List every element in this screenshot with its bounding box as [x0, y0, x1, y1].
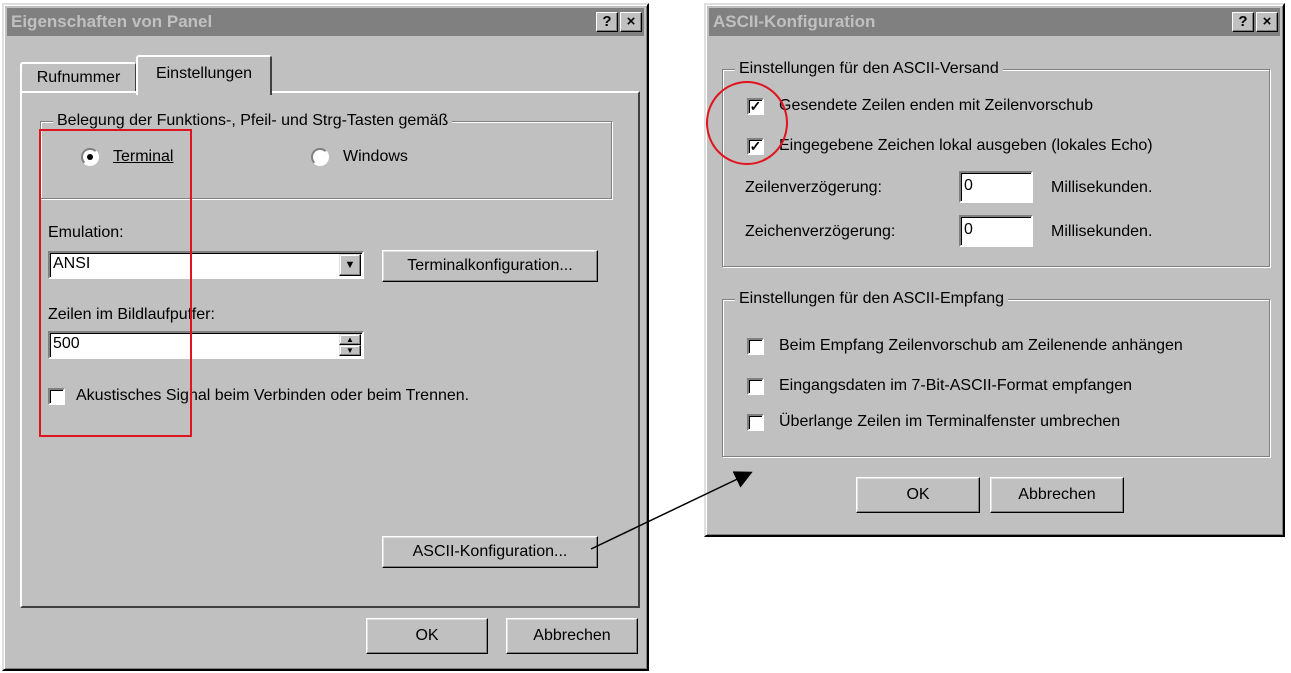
ascii-title: ASCII-Konfiguration — [713, 12, 876, 31]
char-delay-label: Zeichenverzögerung: — [745, 223, 896, 240]
seven-bit-label[interactable]: Eingangsdaten im 7-Bit-ASCII-Format empf… — [779, 376, 1132, 396]
char-delay-value: 0 — [964, 221, 973, 238]
cancel-button[interactable]: Abbrechen — [990, 477, 1124, 513]
key-mapping-legend: Belegung der Funktions-, Pfeil- und Strg… — [53, 112, 453, 130]
ascii-titlebar[interactable]: ASCII-Konfiguration ? × — [709, 8, 1280, 36]
acoustic-checkbox[interactable] — [48, 388, 65, 405]
send-lf-checkbox[interactable]: ✓ — [747, 98, 764, 115]
seven-bit-checkbox[interactable] — [747, 378, 764, 395]
close-button[interactable]: × — [1256, 12, 1278, 32]
emulation-value: ANSI — [53, 255, 91, 272]
terminal-config-button[interactable]: Terminalkonfiguration... — [382, 250, 598, 282]
buffer-label: Zeilen im Bildlaufpuffer: — [48, 306, 215, 323]
local-echo-label[interactable]: Eingegebene Zeichen lokal ausgeben (loka… — [779, 136, 1153, 156]
radio-windows-label[interactable]: Windows — [343, 147, 408, 167]
char-delay-input[interactable]: 0 — [959, 215, 1033, 247]
radio-selected-dot — [87, 154, 93, 160]
ok-button[interactable]: OK — [856, 477, 980, 513]
emulation-select[interactable]: ANSI ▼ — [48, 251, 364, 279]
wrap-lines-label[interactable]: Überlange Zeilen im Terminalfenster umbr… — [779, 412, 1120, 432]
emulation-label: Emulation: — [48, 224, 124, 241]
tab-rufnummer[interactable]: Rufnummer — [20, 62, 136, 92]
cancel-button[interactable]: Abbrechen — [506, 618, 638, 654]
help-button[interactable]: ? — [1232, 12, 1254, 32]
properties-title: Eigenschaften von Panel — [11, 12, 213, 31]
tab-einstellungen[interactable]: Einstellungen — [136, 55, 272, 95]
line-delay-value: 0 — [964, 177, 973, 194]
buffer-spinbox[interactable]: 500 ▲ ▼ — [48, 331, 364, 359]
receive-group-legend: Einstellungen für den ASCII-Empfang — [735, 290, 1009, 308]
line-delay-unit: Millisekunden. — [1051, 179, 1153, 196]
recv-lf-label[interactable]: Beim Empfang Zeilenvorschub am Zeilenend… — [779, 336, 1183, 356]
receive-group: Einstellungen für den ASCII-Empfang Beim… — [722, 290, 1270, 457]
key-mapping-group: Belegung der Funktions-, Pfeil- und Strg… — [40, 112, 612, 199]
line-delay-input[interactable]: 0 — [959, 171, 1033, 203]
ok-button[interactable]: OK — [366, 618, 488, 654]
recv-lf-checkbox[interactable] — [747, 338, 764, 355]
dropdown-arrow-icon[interactable]: ▼ — [339, 254, 361, 276]
wrap-lines-checkbox[interactable] — [747, 414, 764, 431]
help-button[interactable]: ? — [596, 12, 618, 32]
buffer-value: 500 — [53, 335, 80, 352]
spin-down-icon[interactable]: ▼ — [339, 345, 361, 356]
local-echo-checkbox[interactable]: ✓ — [747, 138, 764, 155]
radio-windows[interactable] — [311, 148, 329, 166]
send-lf-label[interactable]: Gesendete Zeilen enden mit Zeilenvorschu… — [779, 96, 1093, 116]
properties-dialog: Eigenschaften von Panel ? × Rufnummer Ei… — [2, 3, 649, 671]
char-delay-unit: Millisekunden. — [1051, 223, 1153, 240]
acoustic-label[interactable]: Akustisches Signal beim Verbinden oder b… — [76, 386, 469, 406]
radio-terminal-label[interactable]: Terminal — [113, 147, 173, 167]
send-group-legend: Einstellungen für den ASCII-Versand — [735, 60, 1003, 78]
spin-up-icon[interactable]: ▲ — [339, 334, 361, 345]
radio-terminal[interactable] — [81, 148, 99, 166]
send-group: Einstellungen für den ASCII-Versand ✓ Ge… — [722, 60, 1270, 267]
ascii-config-dialog: ASCII-Konfiguration ? × Einstellungen fü… — [704, 3, 1285, 537]
close-button[interactable]: × — [620, 12, 642, 32]
line-delay-label: Zeilenverzögerung: — [745, 179, 882, 196]
settings-panel: Belegung der Funktions-, Pfeil- und Strg… — [20, 91, 640, 608]
ascii-config-button[interactable]: ASCII-Konfiguration... — [382, 536, 598, 568]
properties-titlebar[interactable]: Eigenschaften von Panel ? × — [7, 8, 644, 36]
